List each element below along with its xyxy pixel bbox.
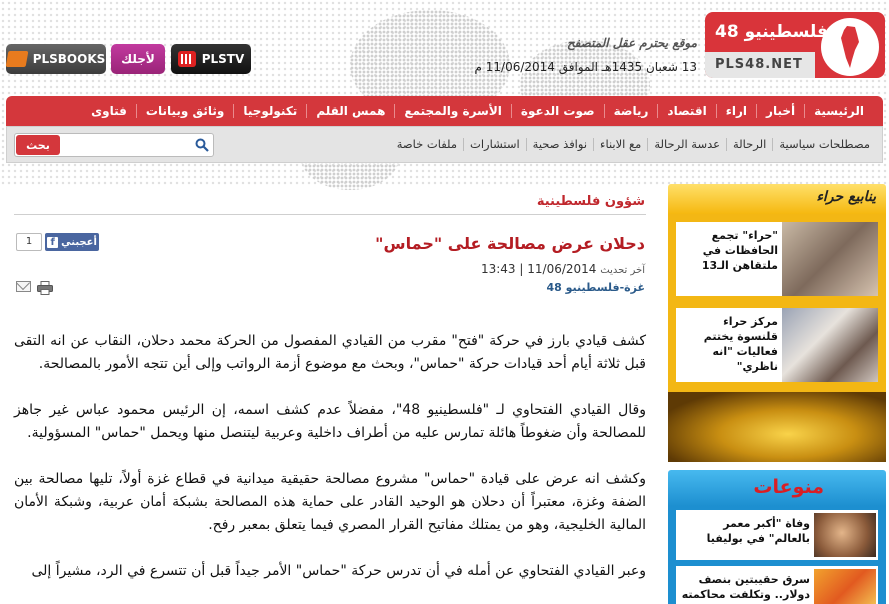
like-count: 1: [16, 233, 42, 251]
search-input[interactable]: [65, 136, 185, 154]
nav-item-home[interactable]: الرئيسية: [804, 104, 873, 118]
article-paragraph: كشف قيادي بارز في حركة "فتح" مقرب من الق…: [14, 333, 646, 372]
nav-item-news[interactable]: أخبار: [756, 104, 804, 118]
plstv-button[interactable]: PLSTV: [171, 44, 251, 74]
news-caption: سرق حقيبتين بنصف دولار.. وتكلفت محاكمته: [681, 573, 810, 601]
plstv-label: PLSTV: [201, 52, 245, 66]
news-caption: مركز حراء قلنسوة يختتم فعاليات "انه ناظر…: [703, 315, 778, 373]
site-tagline: موقع يحترم عقل المتصفح: [566, 36, 697, 50]
secondary-menu-bar: مصطلحات سياسية الرحالة عدسة الرحالة مع ا…: [6, 126, 883, 163]
article-source: غزة-فلسطينيو 48: [546, 281, 645, 294]
sidebar-header-misc: منوعات: [668, 470, 886, 506]
nav-item-sports[interactable]: رياضة: [603, 104, 658, 118]
nav-item-documents[interactable]: وثائق وبيانات: [135, 104, 233, 118]
facebook-like-button[interactable]: f أعجبني: [45, 233, 99, 251]
sub-item-children[interactable]: مع الابناء: [593, 138, 647, 151]
quran-banner-image[interactable]: [668, 392, 886, 462]
sidebar-title: ينابيع حراء: [816, 189, 876, 205]
nav-item-opinions[interactable]: اراء: [715, 104, 756, 118]
current-date: 13 شعبان 1435هـ الموافق 11/06/2014 م: [474, 60, 698, 74]
nav-item-technology[interactable]: تكنولوجيا: [233, 104, 306, 118]
article-paragraph: وكشف انه عرض على قيادة "حماس" مشروع مصال…: [14, 471, 646, 533]
sidebar-title: منوعات: [753, 476, 824, 498]
main-navigation: الرئيسية أخبار اراء اقتصاد رياضة صوت الد…: [6, 96, 883, 163]
article-body: كشف قيادي بارز في حركة "فتح" مقرب من الق…: [14, 330, 646, 604]
sidebar-header-hiraa: ينابيع حراء: [668, 184, 886, 214]
nav-item-family[interactable]: الأسرة والمجتمع: [394, 104, 511, 118]
site-logo[interactable]: فلسطينيو 48 PLS48.NET: [705, 12, 885, 78]
nav-item-economy[interactable]: اقتصاد: [657, 104, 715, 118]
sidebar-news-card[interactable]: سرق حقيبتين بنصف دولار.. وتكلفت محاكمته: [676, 566, 878, 604]
article-updated: آخر تحديث 11/06/2014 | 13:43: [481, 262, 645, 276]
ajlek-label: لأجلك: [121, 52, 155, 66]
logo-url: PLS48.NET: [715, 57, 803, 72]
sub-item-traveler[interactable]: الرحالة: [726, 138, 772, 151]
sub-item-political-terms[interactable]: مصطلحات سياسية: [772, 138, 876, 151]
sub-item-special-files[interactable]: ملفات خاصة: [391, 138, 463, 151]
nav-item-pen[interactable]: همس القلم: [306, 104, 394, 118]
updated-value: 11/06/2014 | 13:43: [480, 262, 597, 276]
email-icon[interactable]: [16, 281, 31, 292]
divider: [14, 214, 646, 215]
secondary-menu: مصطلحات سياسية الرحالة عدسة الرحالة مع ا…: [391, 127, 882, 162]
sub-item-consultations[interactable]: استشارات: [463, 138, 526, 151]
primary-menu: الرئيسية أخبار اراء اقتصاد رياضة صوت الد…: [82, 96, 883, 126]
sidebar-news-card[interactable]: "حراء" تجمع الحافظات في ملتقاهن الـ13: [676, 222, 878, 296]
like-label: أعجبني: [61, 236, 97, 248]
sidebar-news-card[interactable]: وفاة "أكبر معمر بالعالم" في بوليفيا: [676, 510, 878, 560]
palestine-map-icon: [821, 18, 879, 76]
nav-item-fatwas[interactable]: فتاوى: [82, 104, 136, 118]
search-box: بحث: [14, 133, 214, 157]
sub-item-traveler-lens[interactable]: عدسة الرحالة: [647, 138, 726, 151]
facebook-icon: f: [47, 236, 59, 248]
news-thumbnail: [782, 222, 878, 296]
news-thumbnail: [814, 569, 876, 604]
nav-item-dawa[interactable]: صوت الدعوة: [510, 104, 604, 118]
search-button[interactable]: بحث: [16, 135, 60, 155]
updated-label: آخر تحديث: [600, 265, 645, 276]
news-thumbnail: [782, 308, 878, 382]
search-icon[interactable]: [195, 138, 209, 152]
logo-title: فلسطينيو 48: [715, 22, 828, 42]
plsbooks-label: PLSBOOKS: [32, 52, 106, 66]
plsbooks-button[interactable]: PLSBOOKS: [5, 44, 106, 74]
sidebar-news-card[interactable]: مركز حراء قلنسوة يختتم فعاليات "انه ناظر…: [676, 308, 878, 382]
article-title: دحلان عرض مصالحة على "حماس": [375, 234, 645, 253]
film-icon: [177, 51, 196, 67]
print-icon[interactable]: [37, 281, 53, 295]
book-icon: [5, 51, 29, 67]
news-thumbnail: [814, 513, 876, 557]
news-caption: "حراء" تجمع الحافظات في ملتقاهن الـ13: [701, 229, 778, 272]
ajlek-button[interactable]: لأجلك: [111, 44, 165, 74]
article-paragraph: وقال القيادي الفتحاوي لـ "فلسطينيو 48"، …: [14, 402, 647, 441]
section-title[interactable]: شؤون فلسطينية: [537, 194, 645, 209]
news-caption: وفاة "أكبر معمر بالعالم" في بوليفيا: [706, 517, 810, 545]
sub-item-health[interactable]: نوافذ صحية: [525, 138, 593, 151]
article-paragraph: وعبر القيادي الفتحاوي عن أمله في أن تدرس…: [31, 563, 646, 579]
